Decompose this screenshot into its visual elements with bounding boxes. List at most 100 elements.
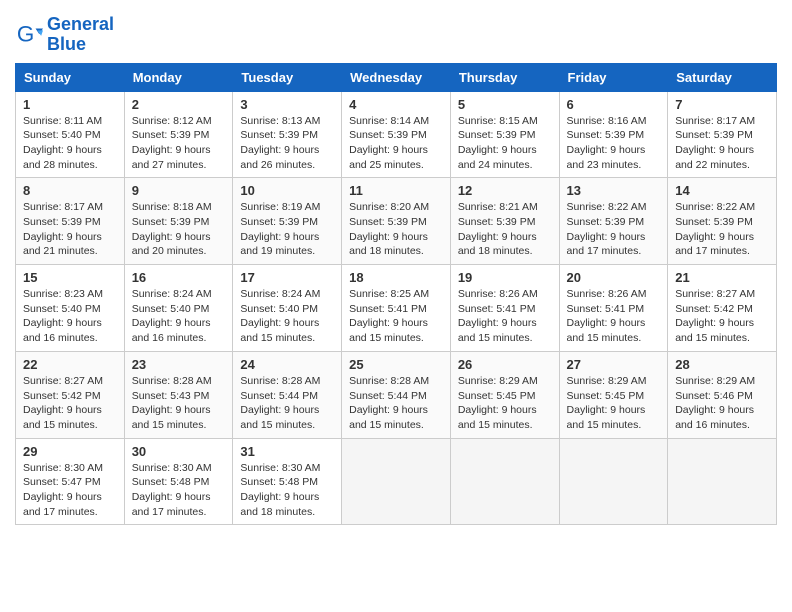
day-info: Sunrise: 8:11 AMSunset: 5:40 PMDaylight:… — [23, 114, 117, 173]
svg-text:G: G — [17, 21, 34, 46]
calendar-cell: 7 Sunrise: 8:17 AMSunset: 5:39 PMDaylight… — [668, 91, 777, 178]
day-info: Sunrise: 8:28 AMSunset: 5:43 PMDaylight:… — [132, 374, 226, 433]
day-info: Sunrise: 8:30 AMSunset: 5:48 PMDaylight:… — [132, 461, 226, 520]
day-number: 24 — [240, 357, 334, 372]
day-number: 13 — [567, 183, 661, 198]
day-info: Sunrise: 8:21 AMSunset: 5:39 PMDaylight:… — [458, 200, 552, 259]
day-info: Sunrise: 8:30 AMSunset: 5:47 PMDaylight:… — [23, 461, 117, 520]
calendar-cell: 6 Sunrise: 8:16 AMSunset: 5:39 PMDaylight… — [559, 91, 668, 178]
calendar-cell: 26Sunrise: 8:29 AMSunset: 5:45 PMDayligh… — [450, 351, 559, 438]
day-number: 1 — [23, 97, 117, 112]
calendar-cell — [450, 438, 559, 525]
calendar-cell: 17 Sunrise: 8:24 AMSunset: 5:40 PMDayligh… — [233, 265, 342, 352]
logo: G General Blue — [15, 15, 114, 55]
calendar-cell: 16Sunrise: 8:24 AMSunset: 5:40 PMDayligh… — [124, 265, 233, 352]
day-number: 19 — [458, 270, 552, 285]
day-number: 14 — [675, 183, 769, 198]
day-number: 11 — [349, 183, 443, 198]
calendar-cell: 4 Sunrise: 8:14 AMSunset: 5:39 PMDaylight… — [342, 91, 451, 178]
day-info: Sunrise: 8:17 AMSunset: 5:39 PMDaylight:… — [675, 114, 769, 173]
calendar-week-3: 15 Sunrise: 8:23 AMSunset: 5:40 PMDayligh… — [16, 265, 777, 352]
calendar-cell: 22Sunrise: 8:27 AMSunset: 5:42 PMDayligh… — [16, 351, 125, 438]
calendar-cell: 11Sunrise: 8:20 AMSunset: 5:39 PMDayligh… — [342, 178, 451, 265]
header-tuesday: Tuesday — [233, 63, 342, 91]
day-info: Sunrise: 8:28 AMSunset: 5:44 PMDaylight:… — [240, 374, 334, 433]
calendar-cell: 3 Sunrise: 8:13 AMSunset: 5:39 PMDaylight… — [233, 91, 342, 178]
day-number: 7 — [675, 97, 769, 112]
day-info: Sunrise: 8:26 AMSunset: 5:41 PMDaylight:… — [458, 287, 552, 346]
day-number: 12 — [458, 183, 552, 198]
day-number: 20 — [567, 270, 661, 285]
day-info: Sunrise: 8:28 AMSunset: 5:44 PMDaylight:… — [349, 374, 443, 433]
header-sunday: Sunday — [16, 63, 125, 91]
day-number: 30 — [132, 444, 226, 459]
logo-icon: G — [15, 21, 43, 49]
calendar-cell: 8 Sunrise: 8:17 AMSunset: 5:39 PMDaylight… — [16, 178, 125, 265]
logo-line1: General — [47, 15, 114, 35]
calendar-cell: 29 Sunrise: 8:30 AMSunset: 5:47 PMDayligh… — [16, 438, 125, 525]
page-header: G General Blue — [15, 15, 777, 55]
calendar-cell: 23 Sunrise: 8:28 AMSunset: 5:43 PMDayligh… — [124, 351, 233, 438]
calendar-cell: 20 Sunrise: 8:26 AMSunset: 5:41 PMDayligh… — [559, 265, 668, 352]
day-number: 6 — [567, 97, 661, 112]
calendar-cell: 24 Sunrise: 8:28 AMSunset: 5:44 PMDayligh… — [233, 351, 342, 438]
calendar-cell: 28 Sunrise: 8:29 AMSunset: 5:46 PMDayligh… — [668, 351, 777, 438]
calendar-cell: 19 Sunrise: 8:26 AMSunset: 5:41 PMDayligh… — [450, 265, 559, 352]
day-info: Sunrise: 8:26 AMSunset: 5:41 PMDaylight:… — [567, 287, 661, 346]
day-info: Sunrise: 8:18 AMSunset: 5:39 PMDaylight:… — [132, 200, 226, 259]
day-info: Sunrise: 8:15 AMSunset: 5:39 PMDaylight:… — [458, 114, 552, 173]
day-number: 29 — [23, 444, 117, 459]
day-number: 10 — [240, 183, 334, 198]
header-friday: Friday — [559, 63, 668, 91]
day-info: Sunrise: 8:24 AMSunset: 5:40 PMDaylight:… — [240, 287, 334, 346]
calendar-cell: 15 Sunrise: 8:23 AMSunset: 5:40 PMDayligh… — [16, 265, 125, 352]
calendar-header-row: SundayMondayTuesdayWednesdayThursdayFrid… — [16, 63, 777, 91]
day-info: Sunrise: 8:23 AMSunset: 5:40 PMDaylight:… — [23, 287, 117, 346]
calendar-cell: 27Sunrise: 8:29 AMSunset: 5:45 PMDayligh… — [559, 351, 668, 438]
day-info: Sunrise: 8:27 AMSunset: 5:42 PMDaylight:… — [675, 287, 769, 346]
calendar-cell — [342, 438, 451, 525]
day-info: Sunrise: 8:16 AMSunset: 5:39 PMDaylight:… — [567, 114, 661, 173]
calendar-cell — [559, 438, 668, 525]
day-number: 22 — [23, 357, 117, 372]
day-info: Sunrise: 8:17 AMSunset: 5:39 PMDaylight:… — [23, 200, 117, 259]
day-number: 5 — [458, 97, 552, 112]
calendar-cell: 30 Sunrise: 8:30 AMSunset: 5:48 PMDayligh… — [124, 438, 233, 525]
calendar-cell: 18Sunrise: 8:25 AMSunset: 5:41 PMDayligh… — [342, 265, 451, 352]
day-info: Sunrise: 8:12 AMSunset: 5:39 PMDaylight:… — [132, 114, 226, 173]
calendar-cell: 9 Sunrise: 8:18 AMSunset: 5:39 PMDaylight… — [124, 178, 233, 265]
day-info: Sunrise: 8:14 AMSunset: 5:39 PMDaylight:… — [349, 114, 443, 173]
day-info: Sunrise: 8:22 AMSunset: 5:39 PMDaylight:… — [567, 200, 661, 259]
day-info: Sunrise: 8:13 AMSunset: 5:39 PMDaylight:… — [240, 114, 334, 173]
day-info: Sunrise: 8:25 AMSunset: 5:41 PMDaylight:… — [349, 287, 443, 346]
day-number: 4 — [349, 97, 443, 112]
calendar-week-1: 1 Sunrise: 8:11 AMSunset: 5:40 PMDaylight… — [16, 91, 777, 178]
day-number: 26 — [458, 357, 552, 372]
day-number: 23 — [132, 357, 226, 372]
calendar-cell: 1 Sunrise: 8:11 AMSunset: 5:40 PMDaylight… — [16, 91, 125, 178]
day-info: Sunrise: 8:24 AMSunset: 5:40 PMDaylight:… — [132, 287, 226, 346]
calendar-cell: 31Sunrise: 8:30 AMSunset: 5:48 PMDayligh… — [233, 438, 342, 525]
header-wednesday: Wednesday — [342, 63, 451, 91]
day-number: 3 — [240, 97, 334, 112]
calendar-cell — [668, 438, 777, 525]
header-saturday: Saturday — [668, 63, 777, 91]
day-number: 15 — [23, 270, 117, 285]
calendar-week-4: 22Sunrise: 8:27 AMSunset: 5:42 PMDayligh… — [16, 351, 777, 438]
calendar-cell: 21Sunrise: 8:27 AMSunset: 5:42 PMDayligh… — [668, 265, 777, 352]
day-number: 9 — [132, 183, 226, 198]
day-number: 28 — [675, 357, 769, 372]
day-info: Sunrise: 8:19 AMSunset: 5:39 PMDaylight:… — [240, 200, 334, 259]
header-monday: Monday — [124, 63, 233, 91]
calendar-cell: 14Sunrise: 8:22 AMSunset: 5:39 PMDayligh… — [668, 178, 777, 265]
day-number: 27 — [567, 357, 661, 372]
day-number: 8 — [23, 183, 117, 198]
header-thursday: Thursday — [450, 63, 559, 91]
day-info: Sunrise: 8:30 AMSunset: 5:48 PMDaylight:… — [240, 461, 334, 520]
calendar-cell: 12 Sunrise: 8:21 AMSunset: 5:39 PMDayligh… — [450, 178, 559, 265]
day-info: Sunrise: 8:29 AMSunset: 5:46 PMDaylight:… — [675, 374, 769, 433]
day-number: 17 — [240, 270, 334, 285]
day-number: 2 — [132, 97, 226, 112]
day-number: 25 — [349, 357, 443, 372]
calendar-cell: 5 Sunrise: 8:15 AMSunset: 5:39 PMDaylight… — [450, 91, 559, 178]
